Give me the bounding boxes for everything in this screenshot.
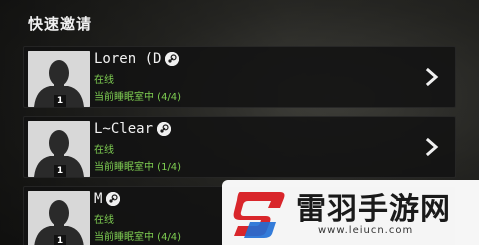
online-status: 在线	[94, 215, 114, 226]
invite-item[interactable]: 1 L~Clear 在线 当前睡眠室中 (1/4)	[23, 116, 456, 178]
avatar: 1	[28, 51, 90, 107]
activity-status: 当前睡眠室中 (1/4)	[94, 162, 182, 173]
activity-status: 当前睡眠室中 (4/4)	[94, 232, 182, 243]
player-level-badge: 1	[54, 165, 66, 177]
chevron-right-icon[interactable]	[423, 137, 441, 157]
player-name: L~Clear	[94, 121, 154, 137]
online-status: 在线	[94, 145, 114, 156]
player-level-badge: 1	[54, 95, 66, 107]
watermark-text: 雷羽手游网	[296, 192, 451, 227]
activity-status: 当前睡眠室中 (4/4)	[94, 92, 182, 103]
brand-logo-icon	[233, 192, 285, 238]
chevron-right-icon[interactable]	[423, 67, 441, 87]
player-name: Loren (D	[94, 51, 162, 67]
player-name-row: Loren (D	[94, 51, 180, 67]
invite-item[interactable]: 1 Loren (D 在线 当前睡眠室中 (4/4)	[23, 46, 456, 108]
player-name: M	[94, 191, 103, 207]
steam-icon	[165, 52, 180, 66]
steam-icon	[106, 192, 121, 206]
online-status: 在线	[94, 75, 114, 86]
watermark-url: www.leiucn.com	[318, 225, 414, 236]
steam-icon	[157, 122, 172, 136]
watermark: 雷羽手游网 www.leiucn.com	[222, 180, 479, 245]
player-name-row: M	[94, 191, 121, 207]
player-level-badge: 1	[54, 235, 66, 245]
avatar: 1	[28, 191, 90, 245]
avatar: 1	[28, 121, 90, 177]
player-name-row: L~Clear	[94, 121, 172, 137]
panel-title: 快速邀请	[28, 15, 93, 33]
